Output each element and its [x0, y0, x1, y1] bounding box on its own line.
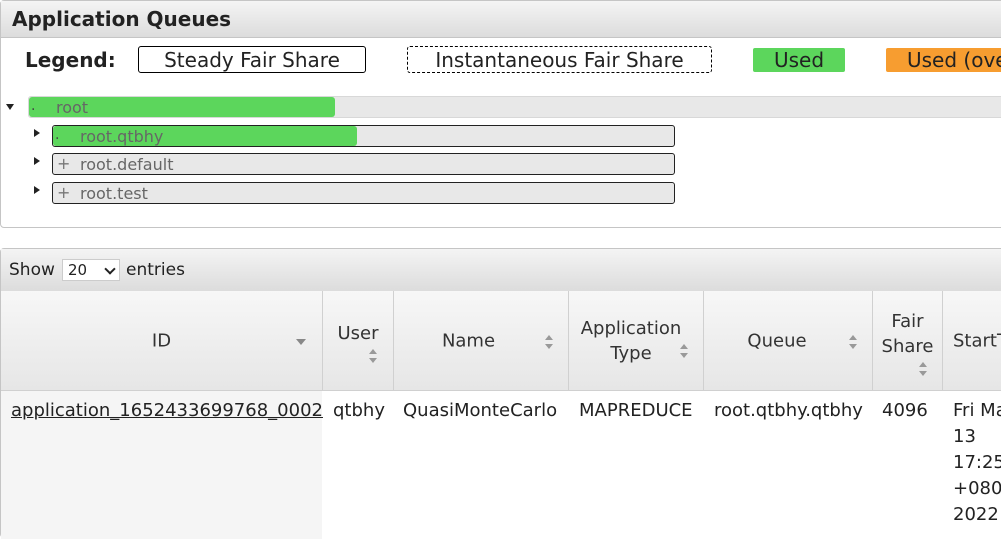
column-header-fair-share[interactable]: Fair Share — [873, 291, 943, 391]
column-label: Share — [881, 336, 934, 357]
queue-cell: root.qtbhy.qtbhy — [714, 400, 863, 421]
entries-select[interactable]: 20 — [62, 259, 120, 281]
start-time-line: +080C — [953, 478, 1001, 499]
column-label: Type — [610, 342, 652, 364]
sort-icon — [680, 344, 688, 358]
applications-panel: Show 20 entries ID User Name Application… — [0, 248, 1001, 539]
column-label: User — [337, 323, 379, 344]
app-id-cell: application_1652433699768_0002 — [11, 398, 323, 424]
sort-icon — [545, 335, 553, 349]
legend-steady-fair-share: Steady Fair Share — [138, 46, 366, 73]
queue-dot: . — [55, 127, 60, 143]
queue-label: root.qtbhy — [80, 127, 164, 146]
sort-desc-icon — [296, 339, 306, 345]
collapse-arrow-icon[interactable] — [34, 157, 40, 165]
start-time-line: Fri Ma — [953, 400, 1001, 421]
sort-icon — [369, 349, 377, 363]
fair-share-cell: 4096 — [882, 400, 928, 421]
column-label: Fair — [891, 311, 924, 332]
entries-value: 20 — [68, 261, 88, 279]
column-label: Queue — [747, 330, 807, 351]
legend-used-over: Used (ove — [886, 48, 1001, 72]
panel-title: Application Queues — [12, 7, 232, 31]
column-label-wrap: Fair Share — [873, 309, 942, 359]
entries-label: entries — [126, 260, 185, 280]
column-header-application-type[interactable]: Application Type — [569, 291, 704, 391]
column-header-name[interactable]: Name — [394, 291, 569, 391]
sort-icon — [849, 335, 857, 349]
start-time-cell: Fri Ma 13 17:25 +080C 2022 — [953, 398, 1001, 528]
plus-icon: + — [57, 154, 71, 173]
queue-root-test[interactable]: + root.test — [52, 182, 675, 204]
column-label: ID — [151, 330, 172, 351]
queue-root-default[interactable]: + root.default — [52, 153, 675, 175]
start-time-line: 2022 — [953, 504, 999, 525]
show-label: Show — [9, 260, 55, 280]
legend-label: Legend: — [25, 48, 116, 72]
queue-label: root.test — [80, 184, 148, 203]
column-label: Name — [441, 330, 496, 351]
column-header-queue[interactable]: Queue — [704, 291, 873, 391]
legend-instantaneous-fair-share: Instantaneous Fair Share — [407, 46, 712, 73]
column-label-wrap: Application Type — [569, 316, 693, 366]
column-label: Application — [580, 317, 682, 339]
column-label: StartT — [953, 330, 1001, 351]
sort-icon — [919, 362, 927, 376]
column-header-start-time[interactable]: StartT — [943, 291, 1001, 391]
queue-root[interactable]: . root — [28, 96, 1001, 118]
app-type-cell: MAPREDUCE — [579, 400, 693, 421]
queue-label: root.default — [80, 155, 174, 174]
collapse-arrow-icon[interactable] — [34, 186, 40, 194]
legend-used: Used — [753, 48, 845, 72]
start-time-line: 17:25 — [953, 452, 1001, 473]
name-cell: QuasiMonteCarlo — [403, 400, 558, 421]
column-header-user[interactable]: User — [323, 291, 394, 391]
queue-label: root — [56, 98, 89, 117]
start-time-line: 13 — [953, 426, 976, 447]
application-queues-panel: Application Queues Legend: Steady Fair S… — [0, 0, 1001, 228]
expand-arrow-icon[interactable] — [6, 104, 14, 110]
chevron-down-icon — [104, 263, 116, 275]
plus-icon: + — [57, 183, 71, 202]
collapse-arrow-icon[interactable] — [34, 129, 40, 137]
queues-panel-header: Application Queues — [1, 1, 1001, 38]
queue-root-qtbhy[interactable]: . root.qtbhy — [52, 125, 675, 147]
queue-dot: . — [31, 98, 36, 114]
app-id-link[interactable]: application_1652433699768_0002 — [11, 400, 323, 421]
table-controls: Show 20 entries — [1, 249, 1001, 292]
column-header-id[interactable]: ID — [1, 291, 323, 391]
user-cell: qtbhy — [333, 400, 385, 421]
